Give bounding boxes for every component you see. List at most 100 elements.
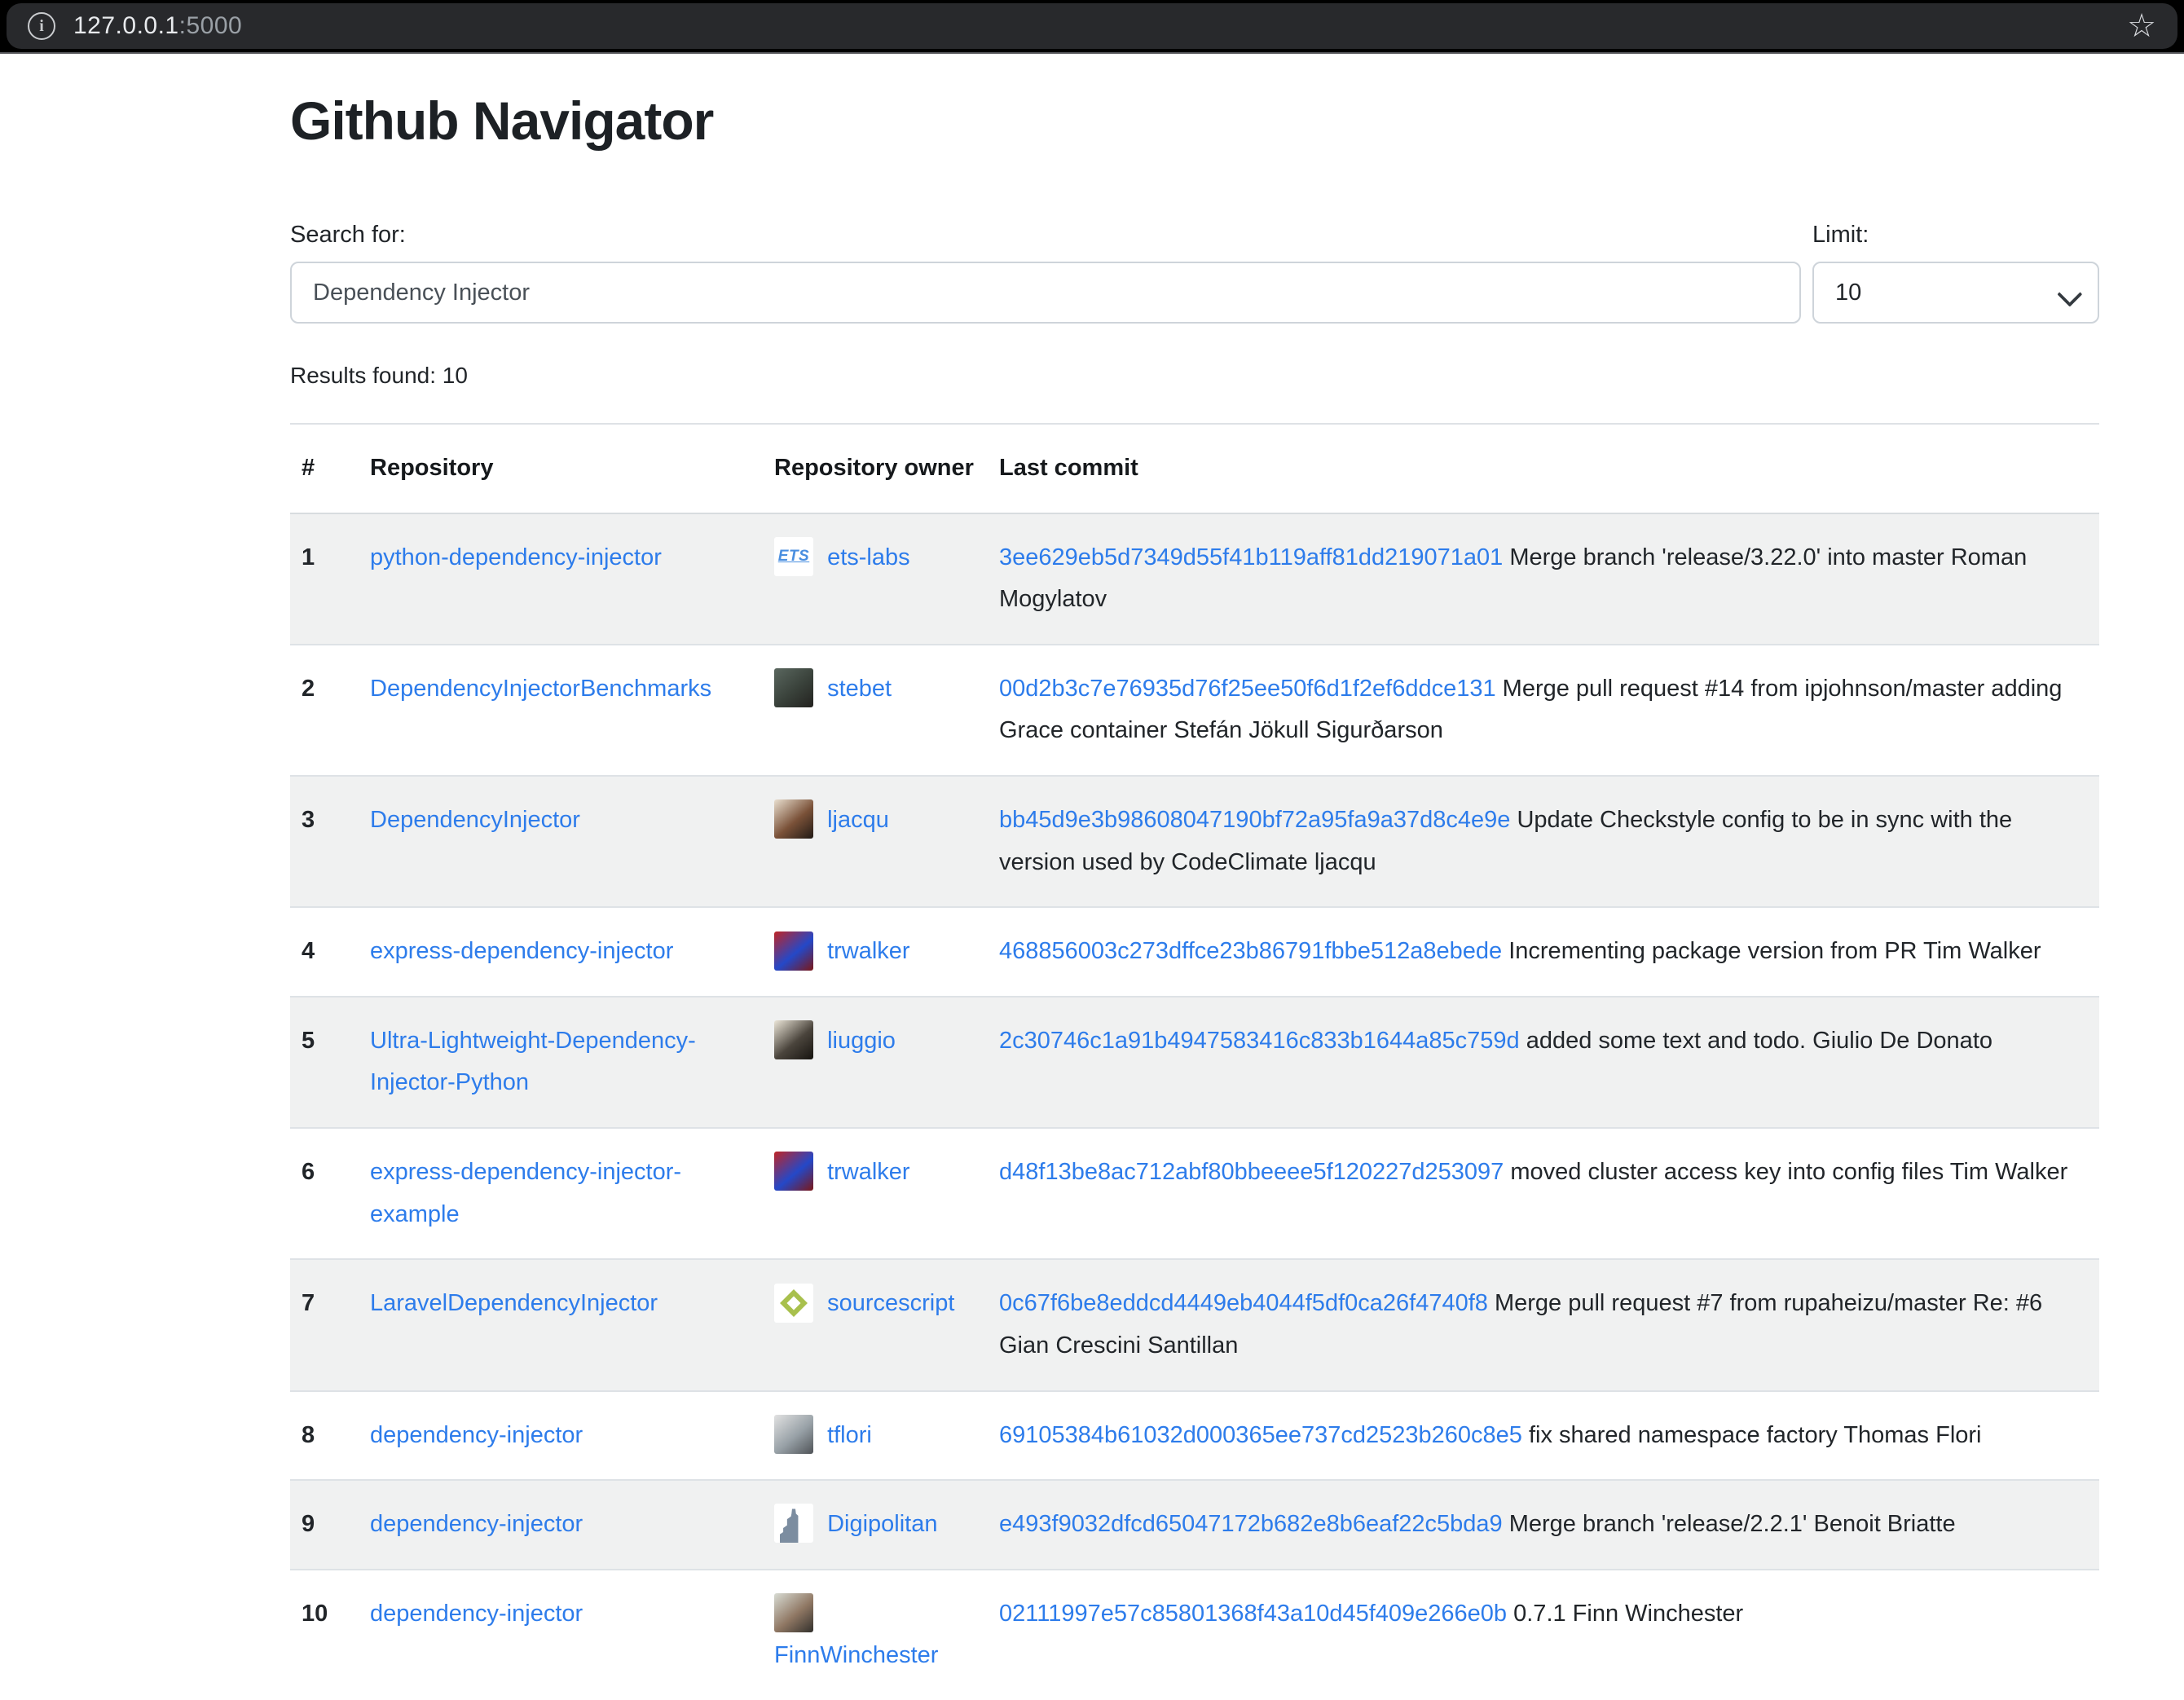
commit-message: Incrementing package version from PR Tim… <box>1508 938 2041 964</box>
owner-avatar <box>774 799 813 839</box>
commit-hash-link[interactable]: 2c30746c1a91b4947583416c833b1644a85c759d <box>999 1028 1520 1054</box>
repo-link[interactable]: python-dependency-injector <box>370 544 662 570</box>
owner-avatar <box>774 1593 813 1632</box>
owner-avatar <box>774 1020 813 1059</box>
repo-link[interactable]: dependency-injector <box>370 1422 583 1448</box>
repo-link[interactable]: DependencyInjectorBenchmarks <box>370 676 711 702</box>
browser-chrome: i 127.0.0.1:5000 ☆ <box>0 0 2184 54</box>
search-input[interactable] <box>290 262 1801 324</box>
commit-hash-link[interactable]: 468856003c273dffce23b86791fbbe512a8ebede <box>999 938 1502 964</box>
commit-cell: 468856003c273dffce23b86791fbbe512a8ebede… <box>988 907 2099 997</box>
repo-cell: express-dependency-injector <box>359 907 763 997</box>
row-number: 2 <box>290 645 359 776</box>
limit-label: Limit: <box>1812 222 2099 249</box>
commit-cell: 2c30746c1a91b4947583416c833b1644a85c759d… <box>988 997 2099 1128</box>
row-number: 8 <box>290 1391 359 1481</box>
owner-cell: liuggio <box>763 997 988 1128</box>
owner-cell: trwalker <box>763 907 988 997</box>
commit-hash-link[interactable]: 69105384b61032d000365ee737cd2523b260c8e5 <box>999 1422 1522 1448</box>
commit-hash-link[interactable]: e493f9032dfcd65047172b682e8b6eaf22c5bda9 <box>999 1511 1503 1537</box>
owner-link[interactable]: tflori <box>827 1422 872 1448</box>
table-row: 4 express-dependency-injector trwalker 468… <box>290 907 2099 997</box>
col-header-repository: Repository <box>359 424 763 513</box>
table-row: 1 python-dependency-injector ETS ets-labs 3… <box>290 513 2099 645</box>
commit-hash-link[interactable]: 02111997e57c85801368f43a10d45f409e266e0b <box>999 1601 1507 1627</box>
url-host: 127.0.0.1 <box>73 12 179 39</box>
limit-selected-value: 10 <box>1835 280 1861 306</box>
table-row: 7 LaravelDependencyInjector sourcescript 0… <box>290 1259 2099 1390</box>
commit-hash-link[interactable]: bb45d9e3b98608047190bf72a95fa9a37d8c4e9e <box>999 807 1510 833</box>
commit-message: 0.7.1 Finn Winchester <box>1513 1601 1743 1627</box>
owner-cell: ETS ets-labs <box>763 513 988 645</box>
table-row: 9dependency-injector Digipolitane493f903… <box>290 1480 2099 1570</box>
repo-link[interactable]: express-dependency-injector <box>370 938 673 964</box>
owner-link[interactable]: trwalker <box>827 1159 910 1185</box>
owner-avatar <box>774 931 813 971</box>
search-controls: Search for: Limit: 10 <box>290 222 2099 324</box>
repo-cell: express-dependency-injector-example <box>359 1128 763 1259</box>
info-icon[interactable]: i <box>28 12 55 40</box>
url-port: :5000 <box>179 12 243 39</box>
col-header-number: # <box>290 424 359 513</box>
commit-hash-link[interactable]: 3ee629eb5d7349d55f41b119aff81dd219071a01 <box>999 544 1503 570</box>
owner-avatar <box>774 1415 813 1454</box>
owner-cell: Digipolitan <box>763 1480 988 1570</box>
repo-link[interactable]: express-dependency-injector-example <box>370 1159 681 1227</box>
repo-cell: dependency-injector <box>359 1570 763 1700</box>
row-number: 7 <box>290 1259 359 1390</box>
commit-hash-link[interactable]: 0c67f6be8eddcd4449eb4044f5df0ca26f4740f8 <box>999 1290 1488 1316</box>
owner-cell: FinnWinchester <box>763 1570 988 1700</box>
repo-link[interactable]: dependency-injector <box>370 1601 583 1627</box>
commit-cell: e493f9032dfcd65047172b682e8b6eaf22c5bda9… <box>988 1480 2099 1570</box>
repo-link[interactable]: Ultra-Lightweight-Dependency-Injector-Py… <box>370 1028 696 1096</box>
commit-hash-link[interactable]: 00d2b3c7e76935d76f25ee50f6d1f2ef6ddce131 <box>999 676 1496 702</box>
commit-hash-link[interactable]: d48f13be8ac712abf80bbeeee5f120227d253097 <box>999 1159 1504 1185</box>
owner-link[interactable]: sourcescript <box>827 1290 954 1316</box>
row-number: 6 <box>290 1128 359 1259</box>
repo-cell: DependencyInjector <box>359 776 763 907</box>
building-logo-icon <box>780 1508 808 1543</box>
row-number: 4 <box>290 907 359 997</box>
ets-logo-icon: ETS <box>778 543 809 570</box>
repo-cell: Ultra-Lightweight-Dependency-Injector-Py… <box>359 997 763 1128</box>
commit-cell: bb45d9e3b98608047190bf72a95fa9a37d8c4e9e… <box>988 776 2099 907</box>
owner-link[interactable]: FinnWinchester <box>774 1642 938 1668</box>
col-header-owner: Repository owner <box>763 424 988 513</box>
repo-cell: dependency-injector <box>359 1391 763 1481</box>
owner-link[interactable]: ets-labs <box>827 544 910 570</box>
search-field-group: Search for: <box>290 222 1801 324</box>
table-row: 8 dependency-injector tflori 69105384b6103… <box>290 1391 2099 1481</box>
table-row: 6express-dependency-injector-example trw… <box>290 1128 2099 1259</box>
url-bar[interactable]: i 127.0.0.1:5000 ☆ <box>7 3 2177 49</box>
owner-cell: stebet <box>763 645 988 776</box>
repo-cell: python-dependency-injector <box>359 513 763 645</box>
limit-select[interactable]: 10 <box>1812 262 2099 324</box>
row-number: 1 <box>290 513 359 645</box>
owner-link[interactable]: trwalker <box>827 938 910 964</box>
commit-cell: 69105384b61032d000365ee737cd2523b260c8e5… <box>988 1391 2099 1481</box>
owner-avatar: ETS <box>774 537 813 576</box>
owner-cell: ljacqu <box>763 776 988 907</box>
table-header-row: # Repository Repository owner Last commi… <box>290 424 2099 513</box>
repo-link[interactable]: LaravelDependencyInjector <box>370 1290 658 1316</box>
owner-avatar <box>774 668 813 707</box>
repo-link[interactable]: DependencyInjector <box>370 807 580 833</box>
owner-avatar <box>774 1504 813 1543</box>
page-container: Github Navigator Search for: Limit: 10 R… <box>290 90 2099 1700</box>
owner-avatar <box>774 1284 813 1323</box>
limit-field-group: Limit: 10 <box>1812 222 2099 324</box>
owner-link[interactable]: stebet <box>827 676 892 702</box>
commit-cell: 0c67f6be8eddcd4449eb4044f5df0ca26f4740f8… <box>988 1259 2099 1390</box>
table-row: 2 DependencyInjectorBenchmarks stebet 00d2… <box>290 645 2099 776</box>
commit-message: Merge branch 'release/2.2.1' Benoit Bria… <box>1509 1511 1956 1537</box>
results-count: Results found: 10 <box>290 363 2099 389</box>
owner-link[interactable]: ljacqu <box>827 807 889 833</box>
owner-link[interactable]: Digipolitan <box>827 1511 937 1537</box>
star-icon[interactable]: ☆ <box>2127 10 2156 42</box>
repo-link[interactable]: dependency-injector <box>370 1511 583 1537</box>
owner-link[interactable]: liuggio <box>827 1028 896 1054</box>
commit-cell: 02111997e57c85801368f43a10d45f409e266e0b… <box>988 1570 2099 1700</box>
page-title: Github Navigator <box>290 90 2099 152</box>
commit-message: fix shared namespace factory Thomas Flor… <box>1529 1422 1982 1448</box>
commit-cell: d48f13be8ac712abf80bbeeee5f120227d253097… <box>988 1128 2099 1259</box>
